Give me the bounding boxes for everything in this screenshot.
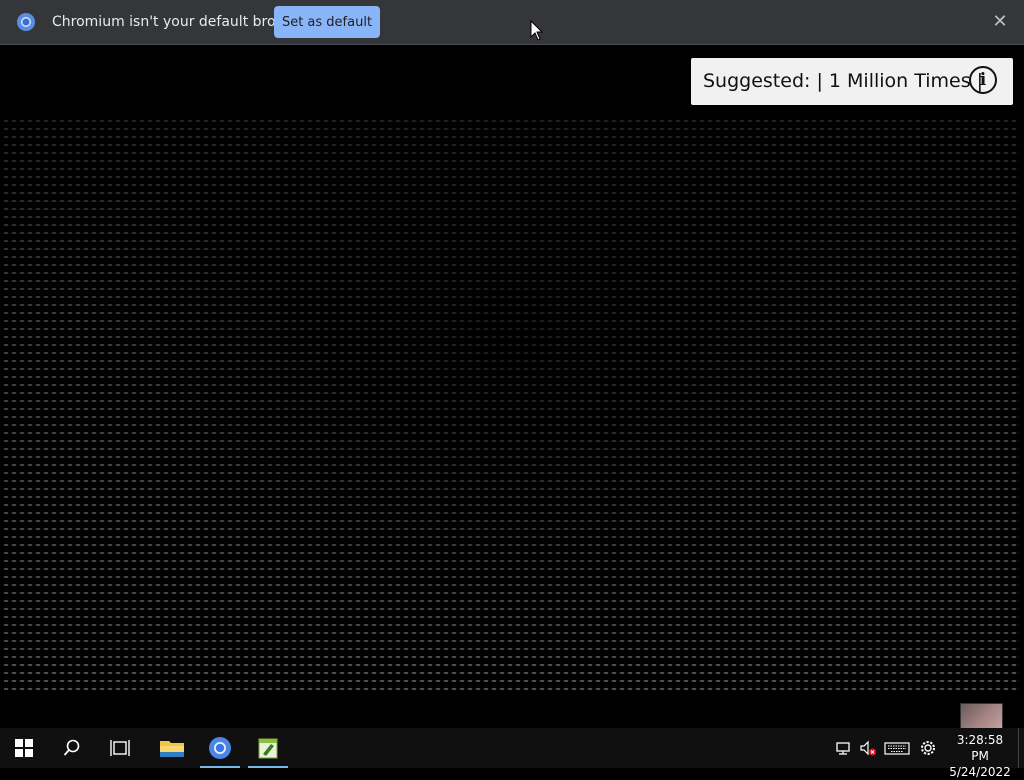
file-explorer-button[interactable]	[148, 728, 196, 768]
network-icon[interactable]	[834, 738, 854, 758]
notepad-taskbar-button[interactable]	[244, 728, 292, 768]
windows-start-icon	[15, 739, 33, 757]
info-icon[interactable]: i	[969, 66, 997, 94]
chromium-logo-icon	[17, 13, 35, 31]
suggested-label[interactable]: Suggested: | 1 Million Times |	[703, 70, 983, 92]
keyboard-icon[interactable]	[884, 738, 910, 758]
task-view-icon	[110, 740, 130, 756]
search-icon	[63, 739, 80, 756]
chromium-icon	[209, 737, 231, 759]
suggested-card[interactable]: Suggested: | 1 Million Times | i	[691, 58, 1013, 105]
gear-icon[interactable]	[918, 738, 938, 758]
clock-date: 5/24/2022	[949, 765, 1011, 779]
chromium-taskbar-button[interactable]	[196, 728, 244, 768]
close-icon[interactable]: ✕	[990, 12, 1010, 32]
infobar-message: Chromium isn't your default browser	[52, 14, 309, 30]
default-browser-infobar: Chromium isn't your default browser Set …	[0, 0, 1024, 45]
start-button[interactable]	[0, 728, 48, 768]
search-button[interactable]	[48, 728, 96, 768]
notepad-plus-icon	[258, 738, 278, 759]
mouse-cursor-icon	[530, 20, 544, 41]
set-as-default-button[interactable]: Set as default	[274, 6, 380, 38]
task-view-button[interactable]	[96, 728, 144, 768]
folder-icon	[160, 741, 184, 757]
video-fade	[0, 120, 1024, 692]
clock-time: 3:28:58 PM	[956, 733, 1004, 763]
show-desktop-button[interactable]	[1018, 728, 1024, 768]
taskbar-clock[interactable]: 3:28:58 PM 5/24/2022	[948, 732, 1012, 780]
video-player[interactable]: Suggested: | 1 Million Times | i	[0, 45, 1024, 731]
taskbar: 3:28:58 PM 5/24/2022	[0, 728, 1024, 779]
thumbnail-image	[960, 703, 1003, 731]
volume-muted-icon[interactable]	[858, 738, 878, 758]
